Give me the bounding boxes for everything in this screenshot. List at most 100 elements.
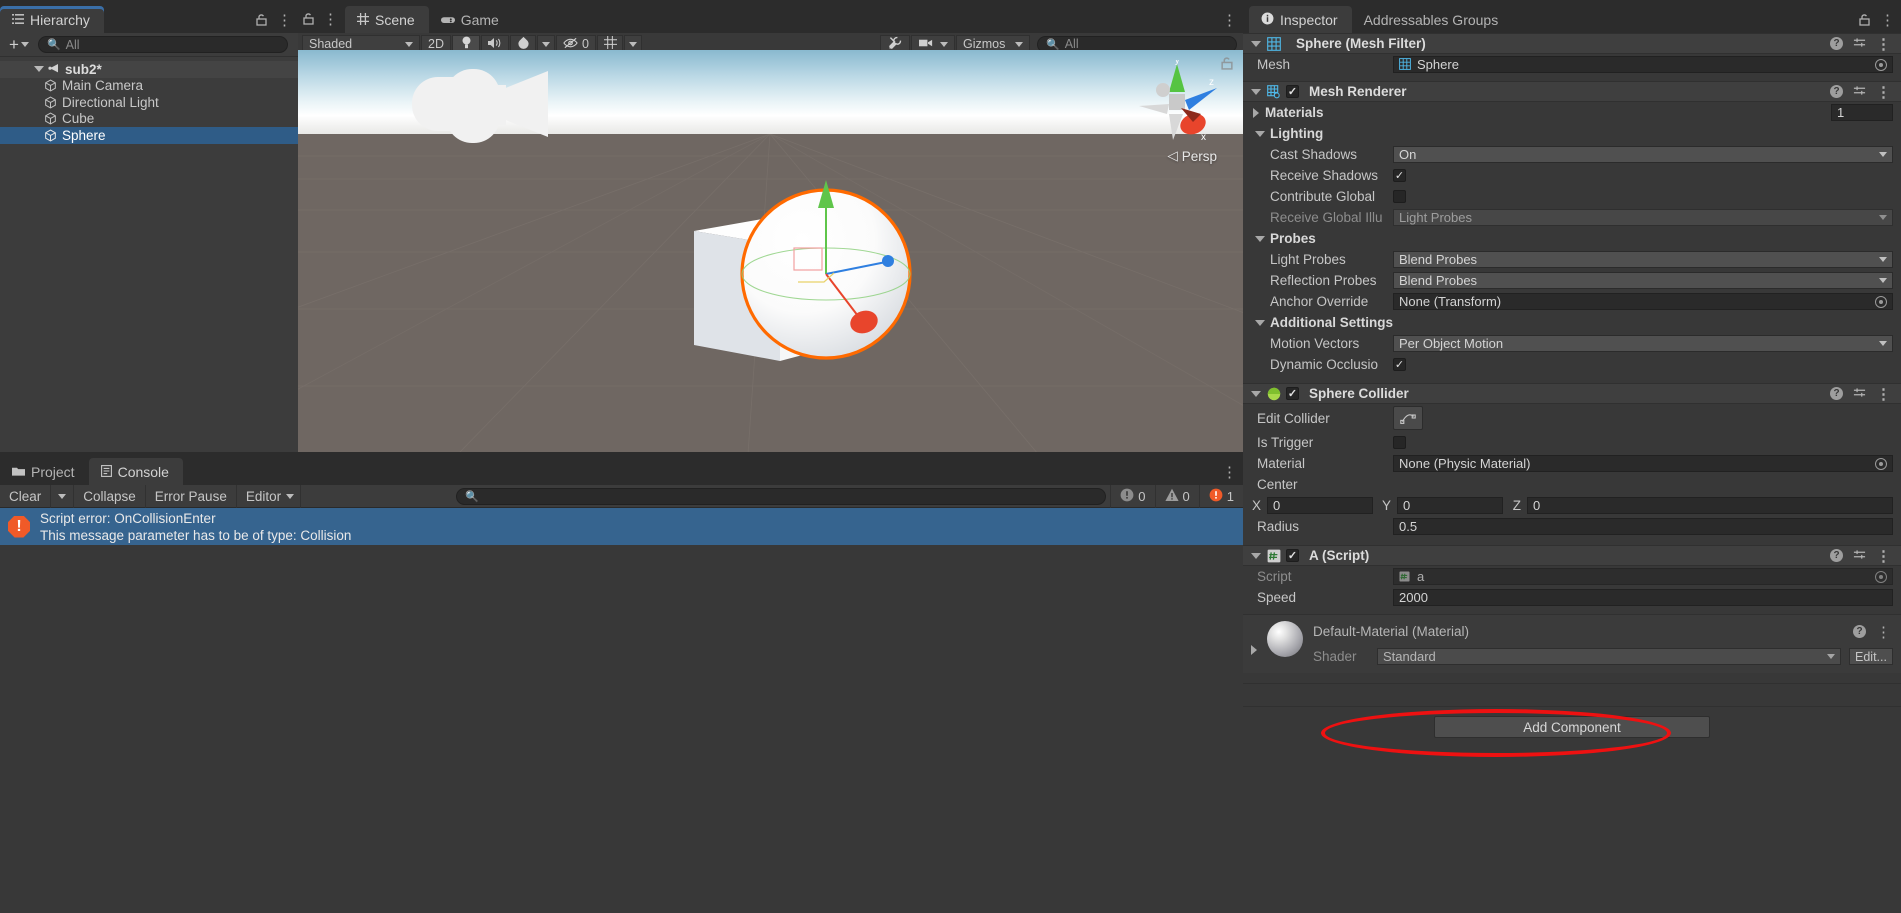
scene-projection-label[interactable]: ◁ Persp <box>1167 148 1217 164</box>
chevron-down-icon[interactable] <box>1251 391 1261 397</box>
group-lighting[interactable]: Lighting <box>1243 123 1901 144</box>
tab-console[interactable]: Console <box>89 458 183 485</box>
shader-dropdown[interactable]: Standard <box>1377 648 1841 665</box>
scene-orientation-gizmo[interactable]: y z x <box>1135 60 1221 146</box>
scene-viewport[interactable]: y z x ◁ Persp <box>298 50 1243 452</box>
create-gameobject-button[interactable]: + <box>6 35 32 55</box>
row-is-trigger[interactable]: Is Trigger <box>1243 432 1901 453</box>
kebab-menu-icon[interactable]: ⋮ <box>277 11 292 29</box>
kebab-menu-icon[interactable]: ⋮ <box>323 10 338 28</box>
sphere-collider-enabled-checkbox[interactable]: ✓ <box>1286 387 1299 400</box>
row-contribute-global[interactable]: Contribute Global <box>1243 186 1901 207</box>
row-light-probes[interactable]: Light Probes Blend Probes <box>1243 249 1901 270</box>
chevron-right-icon[interactable] <box>1251 645 1257 655</box>
add-component-button[interactable]: Add Component <box>1434 716 1710 738</box>
log-count[interactable]: 0 <box>1110 485 1154 508</box>
hierarchy-row-directional-light[interactable]: Directional Light <box>0 94 298 111</box>
speed-input[interactable]: 2000 <box>1393 589 1893 606</box>
kebab-menu-icon[interactable]: ⋮ <box>1222 463 1237 481</box>
editor-dropdown[interactable]: Editor <box>237 485 301 508</box>
contribute-global-illumination-checkbox[interactable] <box>1393 190 1406 203</box>
preset-icon[interactable] <box>1853 386 1866 402</box>
tab-addressables-groups[interactable]: Addressables Groups <box>1352 6 1513 33</box>
motion-vectors-dropdown[interactable]: Per Object Motion <box>1393 335 1893 352</box>
row-center-vector3[interactable]: X 0 Y 0 Z 0 <box>1243 495 1901 516</box>
hierarchy-row-cube[interactable]: Cube <box>0 111 298 128</box>
clear-dropdown-button[interactable] <box>51 485 74 508</box>
preset-icon[interactable] <box>1853 84 1866 100</box>
tab-inspector[interactable]: Inspector <box>1249 6 1352 33</box>
kebab-menu-icon[interactable]: ⋮ <box>1876 547 1891 565</box>
hierarchy-row-sphere[interactable]: Sphere <box>0 127 298 144</box>
inspector-content[interactable]: Sphere (Mesh Filter) ? ⋮ Mesh Sphere <box>1243 33 1901 913</box>
kebab-menu-icon[interactable]: ⋮ <box>1222 11 1237 29</box>
hierarchy-tree[interactable]: sub2* Main Camera Directional Light <box>0 61 298 452</box>
row-speed[interactable]: Speed 2000 <box>1243 587 1901 608</box>
help-icon[interactable]: ? <box>1830 37 1843 50</box>
help-icon[interactable]: ? <box>1830 549 1843 562</box>
tab-project[interactable]: Project <box>0 458 89 485</box>
console-search-input[interactable]: 🔍 <box>456 488 1106 505</box>
materials-size-field[interactable]: 1 <box>1831 104 1893 121</box>
row-collider-material[interactable]: Material None (Physic Material) <box>1243 453 1901 474</box>
center-y-input[interactable]: 0 <box>1397 497 1503 514</box>
row-cast-shadows[interactable]: Cast Shadows On <box>1243 144 1901 165</box>
warning-count[interactable]: 0 <box>1155 485 1199 508</box>
console-detail-area[interactable] <box>0 545 1243 913</box>
lock-icon[interactable] <box>303 12 314 27</box>
tab-scene[interactable]: Scene <box>345 6 429 33</box>
hierarchy-row-main-camera[interactable]: Main Camera <box>0 78 298 95</box>
error-count[interactable]: 1 <box>1199 485 1243 508</box>
light-probes-dropdown[interactable]: Blend Probes <box>1393 251 1893 268</box>
row-radius[interactable]: Radius 0.5 <box>1243 516 1901 537</box>
chevron-down-icon[interactable] <box>1251 553 1261 559</box>
center-z-input[interactable]: 0 <box>1527 497 1893 514</box>
radius-input[interactable]: 0.5 <box>1393 518 1893 535</box>
row-reflection-probes[interactable]: Reflection Probes Blend Probes <box>1243 270 1901 291</box>
component-header-a-script[interactable]: ✓ A (Script) ? ⋮ <box>1243 545 1901 566</box>
anchor-override-object-field[interactable]: None (Transform) <box>1393 293 1893 310</box>
component-header-sphere-collider[interactable]: ✓ Sphere Collider ? ⋮ <box>1243 383 1901 404</box>
edit-collider-button[interactable] <box>1393 406 1423 430</box>
row-mesh[interactable]: Mesh Sphere <box>1243 54 1901 75</box>
object-picker-icon[interactable] <box>1875 296 1887 308</box>
is-trigger-checkbox[interactable] <box>1393 436 1406 449</box>
error-pause-toggle[interactable]: Error Pause <box>146 485 237 508</box>
kebab-menu-icon[interactable]: ⋮ <box>1876 385 1891 403</box>
component-header-mesh-renderer[interactable]: ✓ Mesh Renderer ? ⋮ <box>1243 81 1901 102</box>
object-picker-icon[interactable] <box>1875 59 1887 71</box>
object-picker-icon[interactable] <box>1875 458 1887 470</box>
row-edit-collider[interactable]: Edit Collider <box>1243 404 1901 432</box>
help-icon[interactable]: ? <box>1830 387 1843 400</box>
row-receive-shadows[interactable]: Receive Shadows ✓ <box>1243 165 1901 186</box>
tab-game[interactable]: Game <box>429 6 513 33</box>
group-additional-settings[interactable]: Additional Settings <box>1243 312 1901 333</box>
chevron-right-icon[interactable] <box>1253 108 1259 118</box>
lock-icon[interactable] <box>1221 56 1233 72</box>
lock-icon[interactable] <box>1859 13 1870 28</box>
preset-icon[interactable] <box>1853 548 1866 564</box>
center-x-input[interactable]: 0 <box>1267 497 1373 514</box>
row-motion-vectors[interactable]: Motion Vectors Per Object Motion <box>1243 333 1901 354</box>
chevron-down-icon[interactable] <box>1251 41 1261 47</box>
mesh-renderer-enabled-checkbox[interactable]: ✓ <box>1286 85 1299 98</box>
preset-icon[interactable] <box>1853 36 1866 52</box>
hierarchy-search-input[interactable]: 🔍 All <box>38 36 288 53</box>
physic-material-object-field[interactable]: None (Physic Material) <box>1393 455 1893 472</box>
kebab-menu-icon[interactable]: ⋮ <box>1876 623 1891 641</box>
component-header-mesh-filter[interactable]: Sphere (Mesh Filter) ? ⋮ <box>1243 33 1901 54</box>
chevron-down-icon[interactable] <box>1255 320 1265 326</box>
chevron-down-icon[interactable] <box>1255 236 1265 242</box>
row-anchor-override[interactable]: Anchor Override None (Transform) <box>1243 291 1901 312</box>
group-probes[interactable]: Probes <box>1243 228 1901 249</box>
chevron-down-icon[interactable] <box>1255 131 1265 137</box>
help-icon[interactable]: ? <box>1853 625 1866 638</box>
help-icon[interactable]: ? <box>1830 85 1843 98</box>
a-script-enabled-checkbox[interactable]: ✓ <box>1286 549 1299 562</box>
hierarchy-row-scene[interactable]: sub2* <box>0 61 298 78</box>
sphere-object[interactable] <box>718 170 938 380</box>
kebab-menu-icon[interactable]: ⋮ <box>1876 35 1891 53</box>
clear-button[interactable]: Clear <box>0 485 51 508</box>
row-materials[interactable]: Materials 1 <box>1243 102 1901 123</box>
lock-icon[interactable] <box>256 13 267 28</box>
